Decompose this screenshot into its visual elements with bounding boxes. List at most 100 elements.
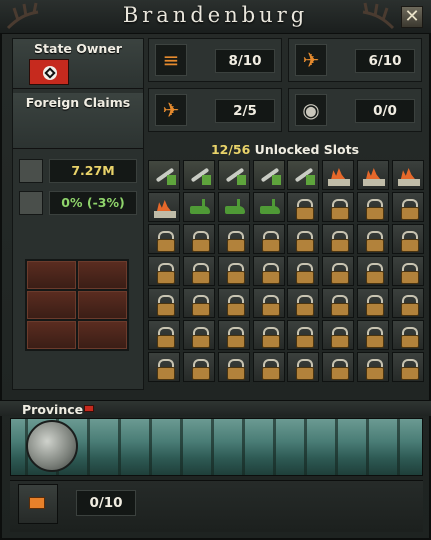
- civilian-factory-slot[interactable]: [357, 160, 390, 190]
- military-factory-slot[interactable]: [182, 160, 215, 190]
- locked-slot[interactable]: [287, 192, 320, 222]
- close-button[interactable]: ✕: [401, 6, 423, 28]
- locked-slot[interactable]: [287, 288, 320, 318]
- civilian-factory-slot[interactable]: [148, 192, 180, 222]
- state-owner-label: State Owner: [34, 41, 122, 56]
- dockyard-slot[interactable]: [252, 192, 285, 222]
- civilian-factory-slot[interactable]: [322, 160, 355, 190]
- locked-slot[interactable]: [322, 256, 355, 286]
- locked-slot[interactable]: [148, 256, 180, 286]
- population-row: 7.27M: [19, 159, 139, 183]
- locked-slot[interactable]: [287, 256, 320, 286]
- locked-slot[interactable]: [391, 320, 424, 350]
- locked-slot[interactable]: [148, 224, 180, 254]
- province-label: Province: [22, 402, 84, 417]
- locked-slot[interactable]: [287, 224, 320, 254]
- total-slots: /56: [228, 142, 251, 157]
- locked-slot[interactable]: [252, 256, 285, 286]
- military-factory-slot[interactable]: [148, 160, 180, 190]
- unlocked-count: 12: [210, 142, 229, 157]
- locked-slot[interactable]: [391, 224, 424, 254]
- locked-slot[interactable]: [357, 352, 390, 382]
- state-owner-section: State Owner: [13, 39, 143, 89]
- locked-slot[interactable]: [148, 288, 180, 318]
- locked-slot[interactable]: [182, 352, 215, 382]
- locked-slot[interactable]: [182, 320, 215, 350]
- locked-slot[interactable]: [182, 288, 215, 318]
- locked-slot[interactable]: [182, 224, 215, 254]
- infrastructure-panel[interactable]: ≡ 8/10: [148, 38, 282, 82]
- locked-slot[interactable]: [148, 320, 180, 350]
- air-base-panel[interactable]: ✈ 6/10: [288, 38, 422, 82]
- airport-value: 2/5: [215, 99, 275, 123]
- locked-slot[interactable]: [391, 256, 424, 286]
- air-base-icon: ✈: [295, 44, 327, 76]
- locked-slot[interactable]: [322, 192, 355, 222]
- building-slot-grid: [148, 160, 424, 390]
- foreign-claims-label: Foreign Claims: [25, 95, 131, 110]
- foreign-claims-section: Foreign Claims: [13, 93, 143, 149]
- owner-flag-icon[interactable]: [29, 59, 69, 85]
- locked-slot[interactable]: [391, 288, 424, 318]
- terrain-type-icon[interactable]: [26, 420, 78, 472]
- radar-value: 0/0: [355, 99, 415, 123]
- radar-icon: ◉: [295, 94, 327, 126]
- resistance-row: 0% (-3%): [19, 191, 139, 215]
- air-base-value: 6/10: [355, 49, 415, 73]
- resistance-fire-icon: [19, 191, 43, 215]
- infrastructure-icon: ≡: [155, 44, 187, 76]
- locked-slot[interactable]: [287, 320, 320, 350]
- state-info-panel: State Owner Foreign Claims 7.27M 0% (-3%…: [12, 38, 144, 390]
- province-flag-icon: [84, 405, 94, 412]
- fort-building-button[interactable]: [18, 484, 58, 524]
- locked-slot[interactable]: [252, 320, 285, 350]
- locked-slot[interactable]: [217, 352, 250, 382]
- locked-slot[interactable]: [252, 288, 285, 318]
- civilian-factory-slot[interactable]: [391, 160, 424, 190]
- radar-panel[interactable]: ◉ 0/0: [288, 88, 422, 132]
- locked-slot[interactable]: [357, 224, 390, 254]
- military-factory-slot[interactable]: [217, 160, 250, 190]
- locked-slot[interactable]: [287, 352, 320, 382]
- locked-slot[interactable]: [357, 256, 390, 286]
- resistance-value: 0% (-3%): [49, 191, 137, 215]
- locked-slot[interactable]: [391, 352, 424, 382]
- locked-slot[interactable]: [357, 320, 390, 350]
- locked-slot[interactable]: [391, 192, 424, 222]
- victory-point-grid: [25, 259, 129, 351]
- fort-value: 0/10: [76, 490, 136, 516]
- grid-cell: [27, 261, 76, 289]
- locked-slot[interactable]: [322, 224, 355, 254]
- locked-slot[interactable]: [217, 320, 250, 350]
- locked-slot[interactable]: [322, 320, 355, 350]
- locked-slot[interactable]: [182, 256, 215, 286]
- locked-slot[interactable]: [357, 288, 390, 318]
- infrastructure-value: 8/10: [215, 49, 275, 73]
- locked-slot[interactable]: [252, 352, 285, 382]
- locked-slot[interactable]: [148, 352, 180, 382]
- locked-slot[interactable]: [322, 288, 355, 318]
- locked-slot[interactable]: [357, 192, 390, 222]
- grid-cell: [78, 291, 127, 319]
- military-factory-slot[interactable]: [287, 160, 320, 190]
- grid-cell: [78, 261, 127, 289]
- locked-slot[interactable]: [217, 288, 250, 318]
- province-buildings-bar: [10, 480, 423, 532]
- unlocked-slots-label: Unlocked Slots: [250, 142, 360, 157]
- title-bar: Brandenburg ✕: [0, 0, 431, 34]
- province-bar: Province: [0, 400, 431, 417]
- military-factory-slot[interactable]: [252, 160, 285, 190]
- locked-slot[interactable]: [217, 224, 250, 254]
- airport-panel[interactable]: ✈ 2/5: [148, 88, 282, 132]
- grid-cell: [78, 321, 127, 349]
- locked-slot[interactable]: [252, 224, 285, 254]
- antler-ornament-right-icon: [362, 2, 395, 30]
- unlocked-slots-header: 12/56 Unlocked Slots: [148, 142, 422, 158]
- dockyard-slot[interactable]: [182, 192, 215, 222]
- locked-slot[interactable]: [217, 256, 250, 286]
- population-value: 7.27M: [49, 159, 137, 183]
- dockyard-slot[interactable]: [217, 192, 250, 222]
- population-icon: [19, 159, 43, 183]
- grid-cell: [27, 321, 76, 349]
- locked-slot[interactable]: [322, 352, 355, 382]
